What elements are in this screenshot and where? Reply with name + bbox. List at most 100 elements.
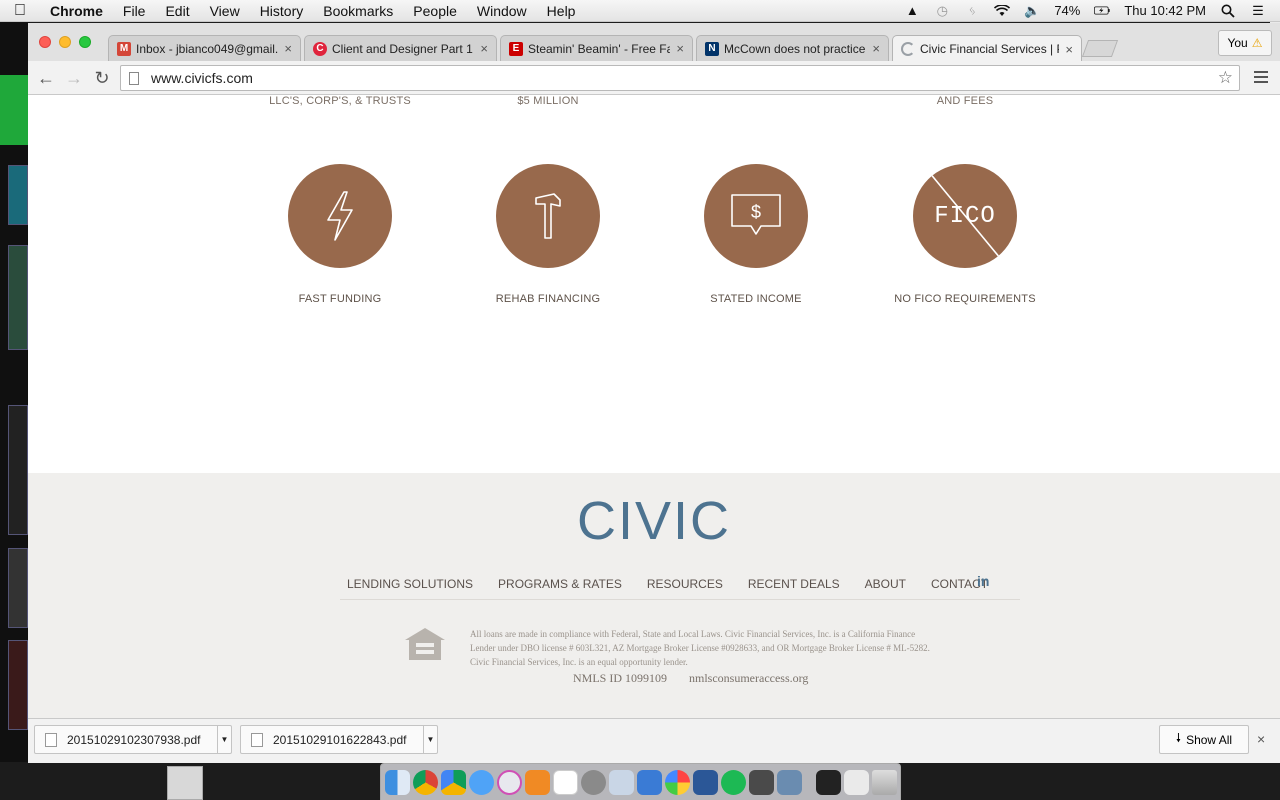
bookmark-star-icon[interactable]: ☆ <box>1218 68 1233 88</box>
desktop-thumbnail <box>8 245 28 350</box>
menu-history[interactable]: History <box>250 3 314 19</box>
nmls-link[interactable]: nmlsconsumeraccess.org <box>689 671 808 686</box>
notification-center-icon[interactable]: ☰ <box>1250 3 1266 18</box>
tab-client-designer[interactable]: C Client and Designer Part 1 × <box>304 35 497 61</box>
close-icon[interactable]: × <box>1257 731 1265 747</box>
reload-icon[interactable]: ↻ <box>90 66 114 90</box>
show-all-button[interactable]: 🠗 Show All <box>1159 725 1249 754</box>
bluetooth-icon[interactable]: ᛃ <box>964 3 980 18</box>
chevron-down-icon[interactable]: ▼ <box>423 726 437 753</box>
download-item[interactable]: 20151029102307938.pdf ▼ <box>34 725 232 754</box>
time-machine-icon[interactable]: ◷ <box>934 3 950 18</box>
xcode-icon[interactable] <box>637 769 662 795</box>
desktop-stack-icon[interactable] <box>844 769 869 795</box>
tab-espn[interactable]: E Steamin' Beamin' - Free Fa × <box>500 35 693 61</box>
profile-label: You <box>1227 36 1248 50</box>
footer-link-about[interactable]: ABOUT <box>865 577 906 591</box>
loading-icon <box>901 42 915 56</box>
pdf-file-icon <box>251 732 263 747</box>
spotlight-search-icon[interactable] <box>1220 4 1236 18</box>
downloads-shelf: 20151029102307938.pdf ▼ 2015102910162284… <box>28 718 1280 763</box>
forward-arrow-icon[interactable]: → <box>62 66 86 90</box>
calendar-icon[interactable] <box>553 769 578 795</box>
battery-percent: 74% <box>1054 3 1081 18</box>
finder-icon[interactable] <box>385 769 410 795</box>
feature-circle <box>288 164 392 268</box>
menu-app-name[interactable]: Chrome <box>40 3 113 19</box>
volume-icon[interactable]: 🔈 <box>1024 3 1040 18</box>
macos-menu-bar:  Chrome File Edit View History Bookmark… <box>0 0 1280 22</box>
tab-close-icon[interactable]: × <box>872 41 880 56</box>
menu-window[interactable]: Window <box>467 3 537 19</box>
window-minimize-button[interactable] <box>59 36 71 48</box>
battery-icon[interactable] <box>1094 4 1110 18</box>
feature-circle: $ <box>704 164 808 268</box>
preview-icon[interactable] <box>609 769 634 795</box>
address-bar-url: www.civicfs.com <box>151 70 253 86</box>
terminal-window-icon[interactable] <box>816 769 841 795</box>
chrome-menu-icon[interactable] <box>1252 68 1270 86</box>
menu-view[interactable]: View <box>200 3 250 19</box>
back-arrow-icon[interactable]: ← <box>34 66 58 90</box>
show-all-label: Show All <box>1186 732 1233 747</box>
nmls-info: NMLS ID 1099109 nmlsconsumeraccess.org <box>573 671 808 686</box>
messages-icon[interactable] <box>469 769 494 795</box>
hammer-icon <box>535 193 561 239</box>
spotify-icon[interactable] <box>721 769 746 795</box>
feature-circle: FICO <box>913 164 1017 268</box>
download-item[interactable]: 20151029101622843.pdf ▼ <box>240 725 438 754</box>
tab-civic[interactable]: Civic Financial Services | P × <box>892 35 1082 62</box>
menu-help[interactable]: Help <box>537 3 586 19</box>
menu-people[interactable]: People <box>403 3 467 19</box>
photos-icon[interactable] <box>665 769 690 795</box>
desktop-thumbnail <box>8 640 28 730</box>
tab-title: Civic Financial Services | P <box>920 42 1060 56</box>
footer-link-lending-solutions[interactable]: LENDING SOLUTIONS <box>347 577 473 591</box>
apple-menu-icon[interactable]:  <box>0 2 40 20</box>
image-capture-icon[interactable] <box>777 769 802 795</box>
tab-close-icon[interactable]: × <box>1065 42 1073 57</box>
chevron-down-icon[interactable]: ▼ <box>217 726 231 753</box>
menu-edit[interactable]: Edit <box>155 3 199 19</box>
new-tab-button[interactable] <box>1081 40 1119 57</box>
feature-label: REHAB FINANCING <box>495 293 601 305</box>
menu-bookmarks[interactable]: Bookmarks <box>313 3 403 19</box>
footer-link-recent-deals[interactable]: RECENT DEALS <box>748 577 840 591</box>
chrome-icon[interactable] <box>413 769 438 795</box>
itunes-icon[interactable] <box>497 769 522 795</box>
sublime-text-icon[interactable] <box>749 769 774 795</box>
system-preferences-icon[interactable] <box>581 769 606 795</box>
civic-logo[interactable]: CIVIC <box>28 490 1280 552</box>
trash-icon[interactable] <box>872 769 897 795</box>
linkedin-icon[interactable]: in <box>977 573 989 589</box>
desktop-document-thumbnail[interactable] <box>167 766 203 800</box>
feature-label: NO FICO REQUIREMENTS <box>894 293 1036 305</box>
word-icon[interactable] <box>693 769 718 795</box>
tab-nfl[interactable]: N McCown does not practice × <box>696 35 889 61</box>
google-drive-icon[interactable] <box>441 769 466 795</box>
footer-link-programs-rates[interactable]: PROGRAMS & RATES <box>498 577 622 591</box>
lightning-icon <box>327 191 353 241</box>
window-close-button[interactable] <box>39 36 51 48</box>
menu-file[interactable]: File <box>113 3 156 19</box>
tab-close-icon[interactable]: × <box>676 41 684 56</box>
tab-title: Steamin' Beamin' - Free Fa <box>528 41 671 56</box>
drive-sync-icon[interactable]: ▲ <box>904 3 920 18</box>
ibooks-icon[interactable] <box>525 769 550 795</box>
tab-close-icon[interactable]: × <box>284 41 292 56</box>
footer-link-resources[interactable]: RESOURCES <box>647 577 723 591</box>
pdf-file-icon <box>45 732 57 747</box>
tab-title: McCown does not practice <box>724 41 866 56</box>
feature-fast-funding: FAST FUNDING <box>230 164 450 305</box>
window-maximize-button[interactable] <box>79 36 91 48</box>
clock[interactable]: Thu 10:42 PM <box>1124 3 1206 18</box>
nfl-icon: N <box>705 41 719 56</box>
wifi-icon[interactable] <box>994 4 1011 18</box>
feature-label: STATED INCOME <box>710 293 802 305</box>
tab-close-icon[interactable]: × <box>480 41 488 56</box>
profile-button[interactable]: You ⚠ <box>1218 30 1272 56</box>
site-icon: C <box>313 41 327 56</box>
tab-gmail[interactable]: M Inbox - jbianco049@gmail.c × <box>108 35 301 61</box>
page-icon <box>129 71 139 85</box>
address-bar[interactable]: www.civicfs.com ☆ <box>120 65 1240 91</box>
